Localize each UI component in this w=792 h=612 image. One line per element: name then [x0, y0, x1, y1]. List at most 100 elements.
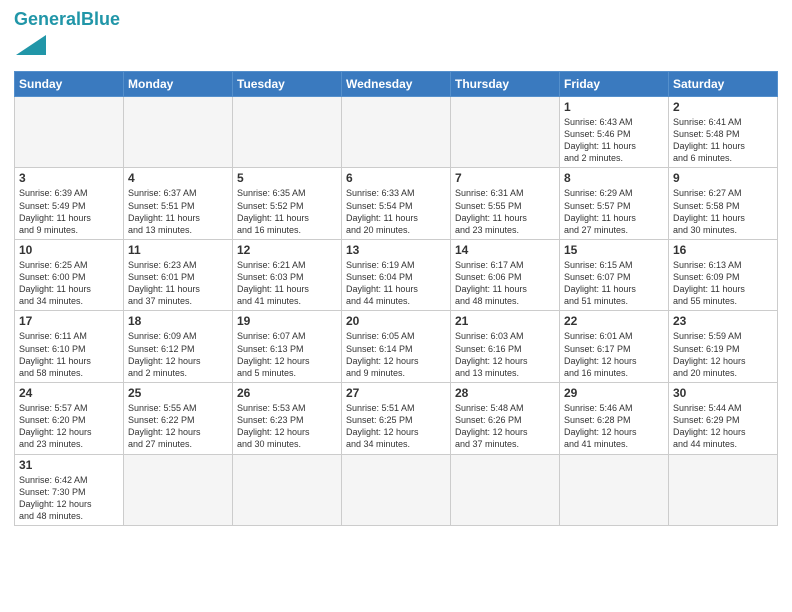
calendar-cell: 5 Sunrise: 6:35 AM Sunset: 5:52 PM Daylig…: [233, 168, 342, 240]
day-number: 1: [564, 100, 664, 114]
calendar-cell: 12 Sunrise: 6:21 AM Sunset: 6:03 PM Dayli…: [233, 239, 342, 311]
day-info: Sunrise: 5:59 AM Sunset: 6:19 PM Dayligh…: [673, 330, 773, 379]
calendar-cell: 8Sunrise: 6:29 AM Sunset: 5:57 PM Daylig…: [560, 168, 669, 240]
calendar-cell: 23 Sunrise: 5:59 AM Sunset: 6:19 PM Dayli…: [669, 311, 778, 383]
day-info: Sunrise: 6:43 AM Sunset: 5:46 PM Dayligh…: [564, 116, 664, 165]
day-number: 11: [128, 243, 228, 257]
calendar-row-0: 1 Sunrise: 6:43 AM Sunset: 5:46 PM Daylig…: [15, 96, 778, 168]
weekday-header-thursday: Thursday: [451, 71, 560, 96]
weekday-header-wednesday: Wednesday: [342, 71, 451, 96]
day-info: Sunrise: 6:23 AM Sunset: 6:01 PM Dayligh…: [128, 259, 228, 308]
logo-general: General: [14, 9, 81, 29]
calendar-cell: 11 Sunrise: 6:23 AM Sunset: 6:01 PM Dayli…: [124, 239, 233, 311]
calendar-cell: 16 Sunrise: 6:13 AM Sunset: 6:09 PM Dayli…: [669, 239, 778, 311]
calendar-cell: 28 Sunrise: 5:48 AM Sunset: 6:26 PM Dayli…: [451, 383, 560, 455]
day-info: Sunrise: 6:09 AM Sunset: 6:12 PM Dayligh…: [128, 330, 228, 379]
calendar-cell: [124, 454, 233, 526]
day-number: 18: [128, 314, 228, 328]
day-number: 26: [237, 386, 337, 400]
logo-text: GeneralBlue: [14, 10, 120, 30]
day-info: Sunrise: 5:55 AM Sunset: 6:22 PM Dayligh…: [128, 402, 228, 451]
calendar-cell: 22Sunrise: 6:01 AM Sunset: 6:17 PM Dayli…: [560, 311, 669, 383]
day-number: 19: [237, 314, 337, 328]
logo-icon: [16, 30, 46, 60]
calendar-cell: 13Sunrise: 6:19 AM Sunset: 6:04 PM Dayli…: [342, 239, 451, 311]
day-info: Sunrise: 6:42 AM Sunset: 7:30 PM Dayligh…: [19, 474, 119, 523]
calendar-cell: 24 Sunrise: 5:57 AM Sunset: 6:20 PM Dayli…: [15, 383, 124, 455]
day-info: Sunrise: 5:57 AM Sunset: 6:20 PM Dayligh…: [19, 402, 119, 451]
day-number: 2: [673, 100, 773, 114]
calendar-cell: 21Sunrise: 6:03 AM Sunset: 6:16 PM Dayli…: [451, 311, 560, 383]
calendar-cell: 2 Sunrise: 6:41 AM Sunset: 5:48 PM Daylig…: [669, 96, 778, 168]
day-info: Sunrise: 5:51 AM Sunset: 6:25 PM Dayligh…: [346, 402, 446, 451]
day-info: Sunrise: 6:41 AM Sunset: 5:48 PM Dayligh…: [673, 116, 773, 165]
day-info: Sunrise: 6:15 AM Sunset: 6:07 PM Dayligh…: [564, 259, 664, 308]
day-number: 25: [128, 386, 228, 400]
calendar-cell: [233, 454, 342, 526]
calendar-cell: 25 Sunrise: 5:55 AM Sunset: 6:22 PM Dayli…: [124, 383, 233, 455]
day-info: Sunrise: 6:21 AM Sunset: 6:03 PM Dayligh…: [237, 259, 337, 308]
logo: GeneralBlue: [14, 10, 120, 65]
day-info: Sunrise: 5:44 AM Sunset: 6:29 PM Dayligh…: [673, 402, 773, 451]
day-number: 29: [564, 386, 664, 400]
day-number: 14: [455, 243, 555, 257]
calendar-cell: 1 Sunrise: 6:43 AM Sunset: 5:46 PM Daylig…: [560, 96, 669, 168]
day-info: Sunrise: 6:39 AM Sunset: 5:49 PM Dayligh…: [19, 187, 119, 236]
calendar-cell: 6 Sunrise: 6:33 AM Sunset: 5:54 PM Daylig…: [342, 168, 451, 240]
weekday-header-friday: Friday: [560, 71, 669, 96]
day-info: Sunrise: 6:37 AM Sunset: 5:51 PM Dayligh…: [128, 187, 228, 236]
calendar-cell: 29 Sunrise: 5:46 AM Sunset: 6:28 PM Dayli…: [560, 383, 669, 455]
calendar-table: SundayMondayTuesdayWednesdayThursdayFrid…: [14, 71, 778, 526]
calendar-cell: [560, 454, 669, 526]
calendar-cell: 3Sunrise: 6:39 AM Sunset: 5:49 PM Daylig…: [15, 168, 124, 240]
calendar-cell: 14 Sunrise: 6:17 AM Sunset: 6:06 PM Dayli…: [451, 239, 560, 311]
calendar-cell: [124, 96, 233, 168]
day-info: Sunrise: 6:27 AM Sunset: 5:58 PM Dayligh…: [673, 187, 773, 236]
calendar-row-5: 31 Sunrise: 6:42 AM Sunset: 7:30 PM Dayli…: [15, 454, 778, 526]
calendar-cell: 18 Sunrise: 6:09 AM Sunset: 6:12 PM Dayli…: [124, 311, 233, 383]
day-info: Sunrise: 5:46 AM Sunset: 6:28 PM Dayligh…: [564, 402, 664, 451]
calendar-row-3: 17Sunrise: 6:11 AM Sunset: 6:10 PM Dayli…: [15, 311, 778, 383]
logo-blue: Blue: [81, 9, 120, 29]
day-info: Sunrise: 6:31 AM Sunset: 5:55 PM Dayligh…: [455, 187, 555, 236]
day-number: 16: [673, 243, 773, 257]
calendar-row-2: 10 Sunrise: 6:25 AM Sunset: 6:00 PM Dayli…: [15, 239, 778, 311]
day-number: 28: [455, 386, 555, 400]
day-number: 17: [19, 314, 119, 328]
day-info: Sunrise: 5:53 AM Sunset: 6:23 PM Dayligh…: [237, 402, 337, 451]
calendar-row-4: 24 Sunrise: 5:57 AM Sunset: 6:20 PM Dayli…: [15, 383, 778, 455]
calendar-cell: 4 Sunrise: 6:37 AM Sunset: 5:51 PM Daylig…: [124, 168, 233, 240]
day-number: 21: [455, 314, 555, 328]
day-number: 10: [19, 243, 119, 257]
calendar-cell: 15Sunrise: 6:15 AM Sunset: 6:07 PM Dayli…: [560, 239, 669, 311]
day-info: Sunrise: 6:29 AM Sunset: 5:57 PM Dayligh…: [564, 187, 664, 236]
day-number: 23: [673, 314, 773, 328]
calendar-cell: 17Sunrise: 6:11 AM Sunset: 6:10 PM Dayli…: [15, 311, 124, 383]
day-number: 27: [346, 386, 446, 400]
calendar-cell: 31 Sunrise: 6:42 AM Sunset: 7:30 PM Dayli…: [15, 454, 124, 526]
day-info: Sunrise: 5:48 AM Sunset: 6:26 PM Dayligh…: [455, 402, 555, 451]
day-info: Sunrise: 6:17 AM Sunset: 6:06 PM Dayligh…: [455, 259, 555, 308]
day-number: 30: [673, 386, 773, 400]
day-info: Sunrise: 6:13 AM Sunset: 6:09 PM Dayligh…: [673, 259, 773, 308]
calendar-cell: 10 Sunrise: 6:25 AM Sunset: 6:00 PM Dayli…: [15, 239, 124, 311]
day-number: 5: [237, 171, 337, 185]
calendar-cell: 26 Sunrise: 5:53 AM Sunset: 6:23 PM Dayli…: [233, 383, 342, 455]
day-number: 4: [128, 171, 228, 185]
day-number: 6: [346, 171, 446, 185]
day-info: Sunrise: 6:33 AM Sunset: 5:54 PM Dayligh…: [346, 187, 446, 236]
day-number: 24: [19, 386, 119, 400]
day-info: Sunrise: 6:35 AM Sunset: 5:52 PM Dayligh…: [237, 187, 337, 236]
header: GeneralBlue: [14, 10, 778, 65]
calendar-cell: 27 Sunrise: 5:51 AM Sunset: 6:25 PM Dayli…: [342, 383, 451, 455]
calendar-cell: [451, 454, 560, 526]
calendar-cell: 30 Sunrise: 5:44 AM Sunset: 6:29 PM Dayli…: [669, 383, 778, 455]
calendar-cell: [451, 96, 560, 168]
calendar-cell: 7 Sunrise: 6:31 AM Sunset: 5:55 PM Daylig…: [451, 168, 560, 240]
calendar-cell: 19Sunrise: 6:07 AM Sunset: 6:13 PM Dayli…: [233, 311, 342, 383]
day-number: 7: [455, 171, 555, 185]
day-info: Sunrise: 6:25 AM Sunset: 6:00 PM Dayligh…: [19, 259, 119, 308]
day-number: 31: [19, 458, 119, 472]
day-number: 12: [237, 243, 337, 257]
calendar-cell: [342, 96, 451, 168]
